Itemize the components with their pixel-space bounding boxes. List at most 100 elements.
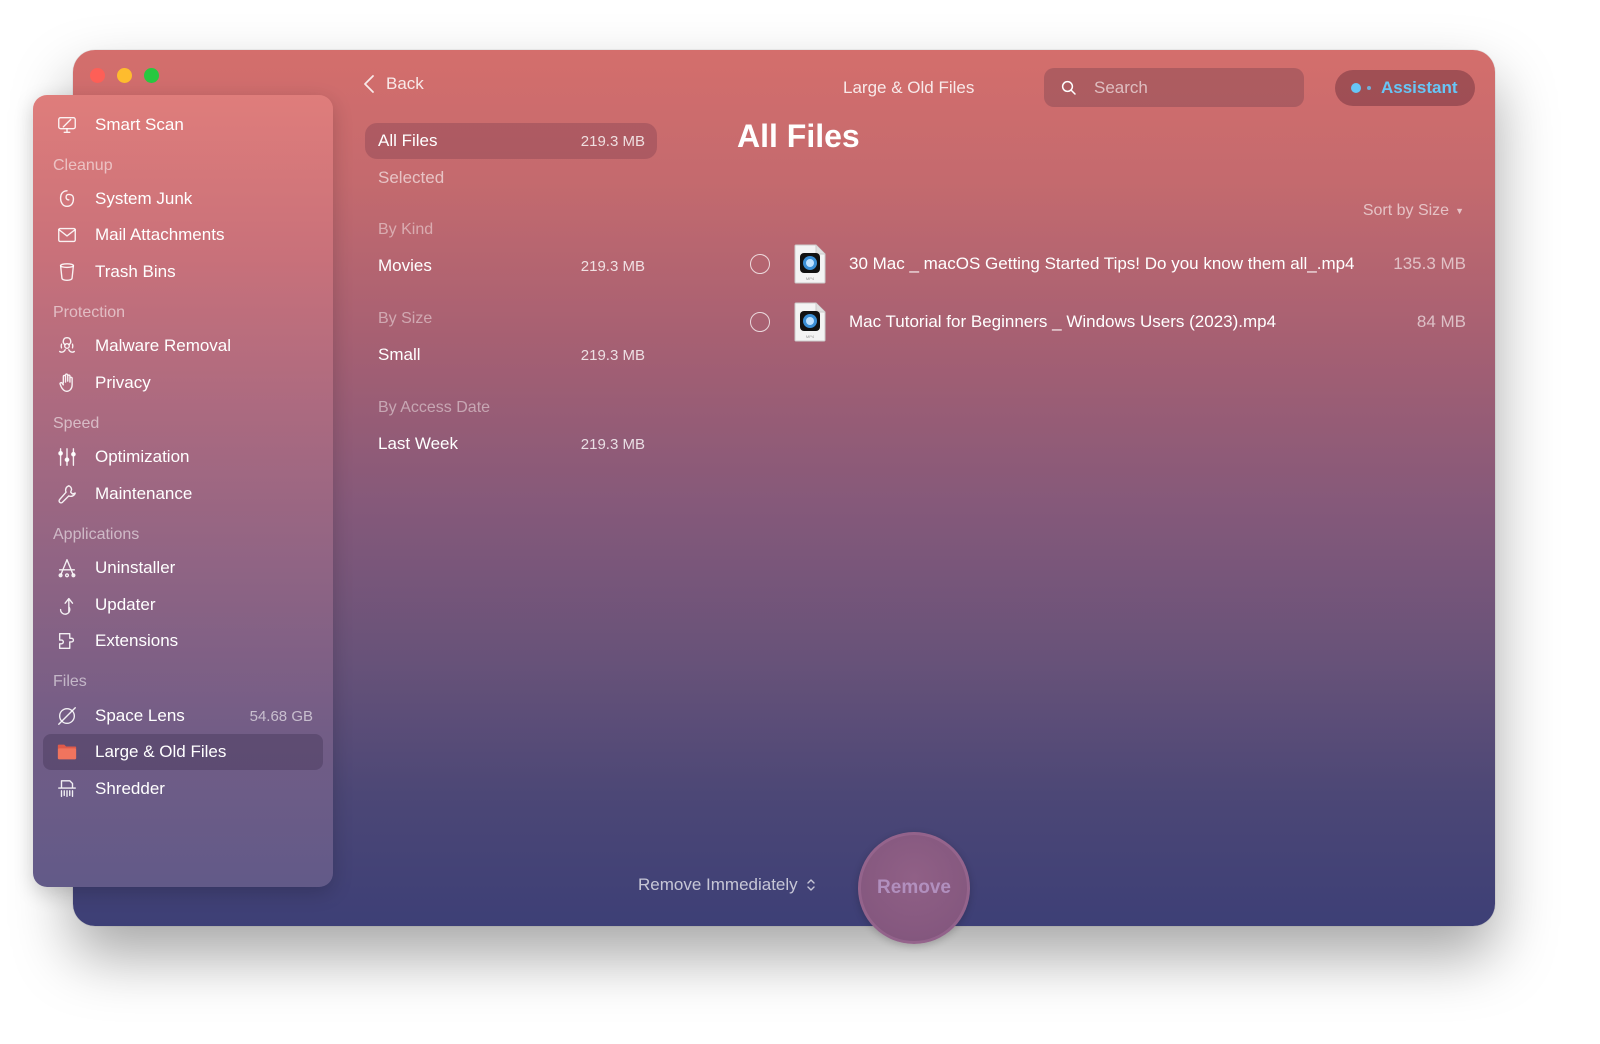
remove-button[interactable]: Remove [858, 832, 970, 944]
sidebar-item-label: Maintenance [95, 484, 193, 503]
sidebar-item-shredder[interactable]: Shredder [43, 771, 323, 807]
uninstaller-icon [55, 556, 79, 580]
search-field[interactable] [1044, 68, 1304, 107]
back-button[interactable]: Back [362, 74, 424, 94]
search-input[interactable] [1094, 77, 1274, 98]
file-row[interactable]: MP4 Mac Tutorial for Beginners _ Windows… [750, 300, 1466, 344]
category-size: 219.3 MB [580, 435, 645, 453]
file-row[interactable]: MP4 30 Mac _ macOS Getting Started Tips!… [750, 242, 1466, 286]
biohazard-icon [55, 334, 79, 358]
sidebar-section-cleanup: Cleanup [53, 157, 113, 174]
search-icon [1061, 80, 1076, 95]
sliders-icon [55, 445, 79, 469]
remove-mode-dropdown[interactable]: Remove Immediately [638, 875, 816, 895]
sidebar-item-label: Space Lens [95, 706, 185, 725]
sidebar-item-label: Large & Old Files [95, 742, 227, 761]
sidebar-item-label: Trash Bins [95, 262, 176, 281]
mail-icon [55, 223, 79, 247]
category-label: Movies [378, 256, 432, 275]
space-lens-size: 54.68 GB [249, 707, 313, 725]
sidebar-item-label: Smart Scan [95, 115, 184, 134]
sidebar-item-label: Mail Attachments [95, 225, 225, 244]
caret-down-icon: ▼ [1455, 206, 1464, 216]
system-junk-icon [55, 187, 79, 211]
sidebar-item-label: System Junk [95, 189, 193, 208]
sidebar-item-extensions[interactable]: Extensions [43, 623, 323, 659]
file-size: 84 MB [1416, 312, 1466, 331]
sidebar-section-protection: Protection [53, 304, 126, 321]
sidebar-item-trash-bins[interactable]: Trash Bins [43, 254, 323, 290]
sidebar-item-maintenance[interactable]: Maintenance [43, 476, 323, 512]
sort-dropdown[interactable]: Sort by Size ▼ [1363, 202, 1464, 220]
page-title: All Files [737, 118, 860, 154]
file-name: Mac Tutorial for Beginners _ Windows Use… [849, 312, 1277, 331]
sidebar-item-mail-attachments[interactable]: Mail Attachments [43, 217, 323, 253]
close-window-button[interactable] [90, 68, 105, 83]
remove-mode-label: Remove Immediately [638, 875, 798, 894]
category-size: 219.3 MB [580, 257, 645, 275]
assistant-label: Assistant [1381, 78, 1458, 97]
category-selected[interactable]: Selected [365, 160, 657, 196]
category-last-week[interactable]: Last Week 219.3 MB [365, 426, 657, 462]
mp4-file-icon: MP4 [794, 302, 826, 342]
assistant-button[interactable]: Assistant [1335, 70, 1475, 106]
chevron-left-icon [364, 75, 374, 93]
sidebar-item-uninstaller[interactable]: Uninstaller [43, 550, 323, 586]
trash-icon [55, 260, 79, 284]
sidebar-item-privacy[interactable]: Privacy [43, 365, 323, 401]
sidebar: Smart Scan Cleanup System Junk Mail Atta… [33, 95, 333, 887]
sidebar-section-speed: Speed [53, 415, 100, 432]
monitor-scan-icon [55, 113, 79, 137]
category-label: All Files [378, 131, 438, 150]
sidebar-item-malware-removal[interactable]: Malware Removal [43, 328, 323, 364]
file-checkbox[interactable] [750, 254, 770, 274]
minimize-window-button[interactable] [117, 68, 132, 83]
sidebar-item-label: Malware Removal [95, 336, 232, 355]
category-label: Last Week [378, 434, 459, 453]
planet-icon [55, 704, 79, 728]
svg-text:MP4: MP4 [806, 276, 815, 281]
window-title: Large & Old Files [843, 78, 975, 97]
sidebar-item-label: Extensions [95, 631, 179, 650]
wrench-icon [55, 482, 79, 506]
sort-label: Sort by Size [1362, 202, 1450, 219]
sidebar-item-label: Privacy [95, 373, 151, 392]
category-size: 219.3 MB [580, 346, 645, 364]
sidebar-item-optimization[interactable]: Optimization [43, 439, 323, 475]
hand-icon [55, 371, 79, 395]
folder-icon [55, 740, 79, 764]
sidebar-section-files: Files [53, 673, 87, 690]
back-label: Back [386, 74, 424, 93]
sidebar-item-space-lens[interactable]: Space Lens 54.68 GB [43, 698, 323, 734]
category-label: Small [378, 345, 421, 364]
mp4-file-icon: MP4 [794, 244, 826, 284]
sidebar-section-applications: Applications [53, 526, 140, 543]
up-down-chevron-icon [806, 879, 815, 891]
sidebar-item-system-junk[interactable]: System Junk [43, 181, 323, 217]
file-size: 135.3 MB [1393, 254, 1466, 273]
category-all-files[interactable]: All Files 219.3 MB [365, 123, 657, 159]
category-group-by-access-date: By Access Date [378, 399, 491, 416]
sidebar-item-large-old-files[interactable]: Large & Old Files [43, 734, 323, 770]
traffic-lights [90, 68, 159, 83]
category-size: 219.3 MB [580, 132, 645, 150]
category-label: Selected [378, 168, 445, 187]
sidebar-item-label: Optimization [95, 447, 190, 466]
sidebar-item-label: Updater [95, 595, 156, 614]
file-checkbox[interactable] [750, 312, 770, 332]
sidebar-item-label: Uninstaller [95, 558, 176, 577]
updater-arrow-icon [55, 593, 79, 617]
sidebar-item-updater[interactable]: Updater [43, 587, 323, 623]
zoom-window-button[interactable] [144, 68, 159, 83]
sidebar-item-smart-scan[interactable]: Smart Scan [43, 107, 323, 143]
category-movies[interactable]: Movies 219.3 MB [365, 248, 657, 284]
file-name: 30 Mac _ macOS Getting Started Tips! Do … [849, 254, 1355, 273]
sidebar-item-label: Shredder [95, 779, 165, 798]
category-group-by-size: By Size [378, 310, 433, 327]
svg-text:MP4: MP4 [806, 334, 815, 339]
assistant-dot-icon [1351, 83, 1361, 93]
category-small[interactable]: Small 219.3 MB [365, 337, 657, 373]
category-group-by-kind: By Kind [378, 221, 434, 238]
puzzle-icon [55, 629, 79, 653]
shredder-icon [55, 777, 79, 801]
